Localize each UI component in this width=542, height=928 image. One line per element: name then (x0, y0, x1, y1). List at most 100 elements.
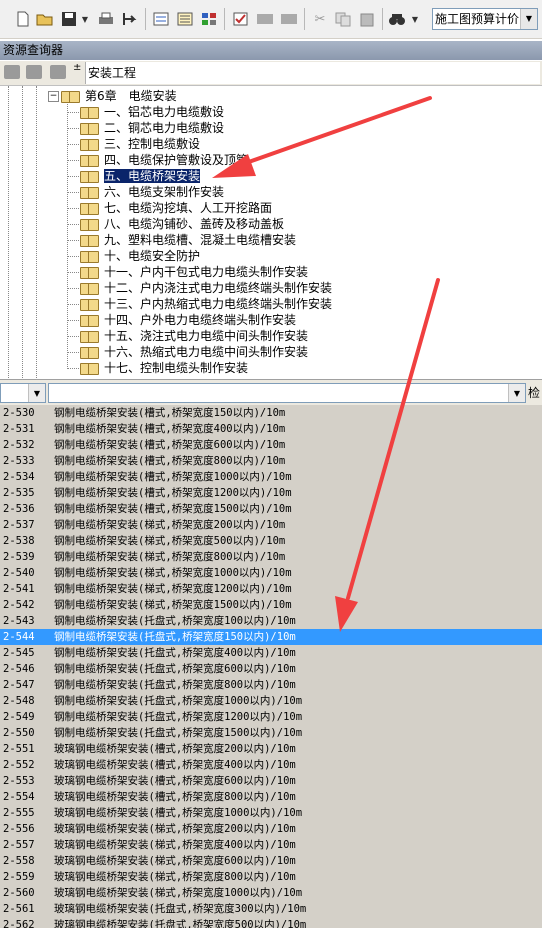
tree-section-node[interactable]: 五、电缆桥架安装 (80, 168, 201, 184)
tree-section-node[interactable]: 十四、户外电力电缆终端头制作安装 (80, 312, 296, 328)
tree-section-node[interactable]: 九、塑料电缆槽、混凝土电缆槽安装 (80, 232, 296, 248)
table-row[interactable]: 2-542 钢制电缆桥架安装(梯式,桥架宽度1500以内)/10m (0, 597, 542, 613)
table-row[interactable]: 2-545 钢制电缆桥架安装(托盘式,桥架宽度400以内)/10m (0, 645, 542, 661)
table-row[interactable]: 2-537 钢制电缆桥架安装(梯式,桥架宽度200以内)/10m (0, 517, 542, 533)
filter-type-select[interactable]: ▼ (0, 383, 46, 403)
quota-item-list: 2-530 钢制电缆桥架安装(槽式,桥架宽度150以内)/10m 2-531 钢制电缆… (0, 405, 542, 928)
tree-section-node[interactable]: 六、电缆支架制作安装 (80, 184, 224, 200)
paste-icon[interactable] (358, 10, 376, 28)
tree-section-node[interactable]: 十五、浇注式电力电缆中间头制作安装 (80, 328, 308, 344)
tree-section-node[interactable]: 十二、户内浇注式电力电缆终端头制作安装 (80, 280, 332, 296)
table-row[interactable]: 2-561 玻璃钢电缆桥架安装(托盘式,桥架宽度300以内)/10m (0, 901, 542, 917)
filter-keyword-select[interactable]: ▼ (48, 383, 526, 403)
table-row[interactable]: 2-532 钢制电缆桥架安装(槽式,桥架宽度600以内)/10m (0, 437, 542, 453)
table-row[interactable]: 2-536 钢制电缆桥架安装(槽式,桥架宽度1500以内)/10m (0, 501, 542, 517)
item-code: 2-546 (3, 663, 35, 675)
chevron-down-icon[interactable]: ▼ (508, 384, 525, 402)
item-name: 钢制电缆桥架安装(槽式,桥架宽度400以内)/10m (54, 423, 286, 435)
tree-section-node[interactable]: 十、电缆安全防护 (80, 248, 200, 264)
table-row[interactable]: 2-553 玻璃钢电缆桥架安装(槽式,桥架宽度600以内)/10m (0, 773, 542, 789)
price-mode-select[interactable]: 施工图预算计价 ▼ (432, 8, 538, 30)
expand-collapse-icon[interactable]: ± (73, 63, 81, 73)
table-row[interactable]: 2-538 钢制电缆桥架安装(梯式,桥架宽度500以内)/10m (0, 533, 542, 549)
library-name-field[interactable]: 安装工程 (85, 62, 540, 84)
export-icon[interactable] (121, 10, 139, 28)
table-row[interactable]: 2-552 玻璃钢电缆桥架安装(槽式,桥架宽度400以内)/10m (0, 757, 542, 773)
tree-section-label: 九、塑料电缆槽、混凝土电缆槽安装 (104, 233, 297, 247)
item-name: 玻璃钢电缆桥架安装(槽式,桥架宽度600以内)/10m (54, 775, 296, 787)
table-row[interactable]: 2-559 玻璃钢电缆桥架安装(梯式,桥架宽度800以内)/10m (0, 869, 542, 885)
table-row[interactable]: 2-554 玻璃钢电缆桥架安装(槽式,桥架宽度800以内)/10m (0, 789, 542, 805)
check-icon[interactable] (232, 10, 250, 28)
table-row[interactable]: 2-541 钢制电缆桥架安装(梯式,桥架宽度1200以内)/10m (0, 581, 542, 597)
table-row[interactable]: 2-551 玻璃钢电缆桥架安装(槽式,桥架宽度200以内)/10m (0, 741, 542, 757)
cut-icon[interactable]: ✂ (311, 10, 329, 28)
item-name: 钢制电缆桥架安装(槽式,桥架宽度800以内)/10m (54, 455, 286, 467)
report-icon[interactable] (176, 10, 194, 28)
copy-icon[interactable] (334, 10, 352, 28)
tree-section-node[interactable]: 十六、热缩式电力电缆中间头制作安装 (80, 344, 308, 360)
book-icon (80, 202, 99, 215)
tree-section-node[interactable]: 三、控制电缆敷设 (80, 136, 200, 152)
item-code: 2-559 (3, 871, 35, 883)
table-row[interactable]: 2-558 玻璃钢电缆桥架安装(梯式,桥架宽度600以内)/10m (0, 853, 542, 869)
open-icon[interactable] (36, 10, 54, 28)
dropdown-icon[interactable]: ▼ (80, 10, 90, 28)
tree-section-label: 十三、户内热缩式电力电缆终端头制作安装 (104, 297, 333, 311)
item-name: 钢制电缆桥架安装(梯式,桥架宽度500以内)/10m (54, 535, 286, 547)
table-row[interactable]: 2-535 钢制电缆桥架安装(槽式,桥架宽度1200以内)/10m (0, 485, 542, 501)
folder-open-icon[interactable] (26, 65, 42, 79)
tree-section-node[interactable]: 七、电缆沟挖填、人工开挖路面 (80, 200, 272, 216)
item-name: 钢制电缆桥架安装(托盘式,桥架宽度1200以内)/10m (54, 711, 303, 723)
calc-icon[interactable] (152, 10, 170, 28)
table-row[interactable]: 2-557 玻璃钢电缆桥架安装(梯式,桥架宽度400以内)/10m (0, 837, 542, 853)
table-row-selected[interactable]: 2-544 钢制电缆桥架安装(托盘式,桥架宽度150以内)/10m (0, 629, 542, 645)
tree-section-node[interactable]: 一、铝芯电力电缆敷设 (80, 104, 224, 120)
tree-icon[interactable] (50, 65, 66, 79)
table-row[interactable]: 2-543 钢制电缆桥架安装(托盘式,桥架宽度100以内)/10m (0, 613, 542, 629)
search-button-label[interactable]: 检 (528, 384, 540, 402)
book-icon (80, 346, 99, 359)
tree-section-node[interactable]: 十三、户内热缩式电力电缆终端头制作安装 (80, 296, 332, 312)
tree-section-label: 一、铝芯电力电缆敷设 (104, 105, 225, 119)
table-row[interactable]: 2-531 钢制电缆桥架安装(槽式,桥架宽度400以内)/10m (0, 421, 542, 437)
tree-section-label: 十六、热缩式电力电缆中间头制作安装 (104, 345, 309, 359)
save-icon[interactable] (60, 10, 78, 28)
folder-icon[interactable] (4, 65, 20, 79)
table-row[interactable]: 2-549 钢制电缆桥架安装(托盘式,桥架宽度1200以内)/10m (0, 709, 542, 725)
tree-section-node[interactable]: 十一、户内干包式电力电缆头制作安装 (80, 264, 308, 280)
table-row[interactable]: 2-550 钢制电缆桥架安装(托盘式,桥架宽度1500以内)/10m (0, 725, 542, 741)
tree-section-node[interactable]: 八、电缆沟铺砂、盖砖及移动盖板 (80, 216, 284, 232)
table-row[interactable]: 2-555 玻璃钢电缆桥架安装(槽式,桥架宽度1000以内)/10m (0, 805, 542, 821)
new-icon[interactable] (14, 10, 32, 28)
table-row[interactable]: 2-548 钢制电缆桥架安装(托盘式,桥架宽度1000以内)/10m (0, 693, 542, 709)
main-toolbar: ▼ ✂ ▼ 施工图预算计价 ▼ (0, 0, 542, 39)
tree-chapter-node[interactable]: − 第6章 电缆安装 (48, 88, 177, 104)
table-row[interactable]: 2-533 钢制电缆桥架安装(槽式,桥架宽度800以内)/10m (0, 453, 542, 469)
tree-section-node[interactable]: 十七、控制电缆头制作安装 (80, 360, 248, 376)
tree-section-label: 十二、户内浇注式电力电缆终端头制作安装 (104, 281, 333, 295)
binoculars-icon[interactable] (388, 10, 406, 28)
table-row[interactable]: 2-560 玻璃钢电缆桥架安装(梯式,桥架宽度1000以内)/10m (0, 885, 542, 901)
table-row[interactable]: 2-556 玻璃钢电缆桥架安装(梯式,桥架宽度200以内)/10m (0, 821, 542, 837)
table-row[interactable]: 2-547 钢制电缆桥架安装(托盘式,桥架宽度800以内)/10m (0, 677, 542, 693)
edit-icon[interactable] (280, 10, 298, 28)
chevron-down-icon[interactable]: ▼ (28, 384, 45, 402)
table-row[interactable]: 2-534 钢制电缆桥架安装(槽式,桥架宽度1000以内)/10m (0, 469, 542, 485)
table-row[interactable]: 2-530 钢制电缆桥架安装(槽式,桥架宽度150以内)/10m (0, 405, 542, 421)
table-row[interactable]: 2-540 钢制电缆桥架安装(梯式,桥架宽度1000以内)/10m (0, 565, 542, 581)
chevron-down-icon[interactable]: ▼ (520, 9, 537, 29)
dropdown-icon[interactable]: ▼ (410, 10, 420, 28)
collapse-icon[interactable]: − (48, 91, 59, 102)
tree-connector (67, 288, 79, 289)
tree-connector (67, 208, 79, 209)
table-icon[interactable] (200, 10, 218, 28)
table-row[interactable]: 2-562 玻璃钢电缆桥架安装(托盘式,桥架宽度500以内)/10m (0, 917, 542, 928)
tree-section-node[interactable]: 二、铜芯电力电缆敷设 (80, 120, 224, 136)
table-row[interactable]: 2-539 钢制电缆桥架安装(梯式,桥架宽度800以内)/10m (0, 549, 542, 565)
rsf-icon[interactable] (256, 10, 274, 28)
print-icon[interactable] (97, 10, 115, 28)
table-row[interactable]: 2-546 钢制电缆桥架安装(托盘式,桥架宽度600以内)/10m (0, 661, 542, 677)
tree-section-node[interactable]: 四、电缆保护管敷设及顶管 (80, 152, 248, 168)
item-name: 钢制电缆桥架安装(托盘式,桥架宽度1500以内)/10m (54, 727, 303, 739)
